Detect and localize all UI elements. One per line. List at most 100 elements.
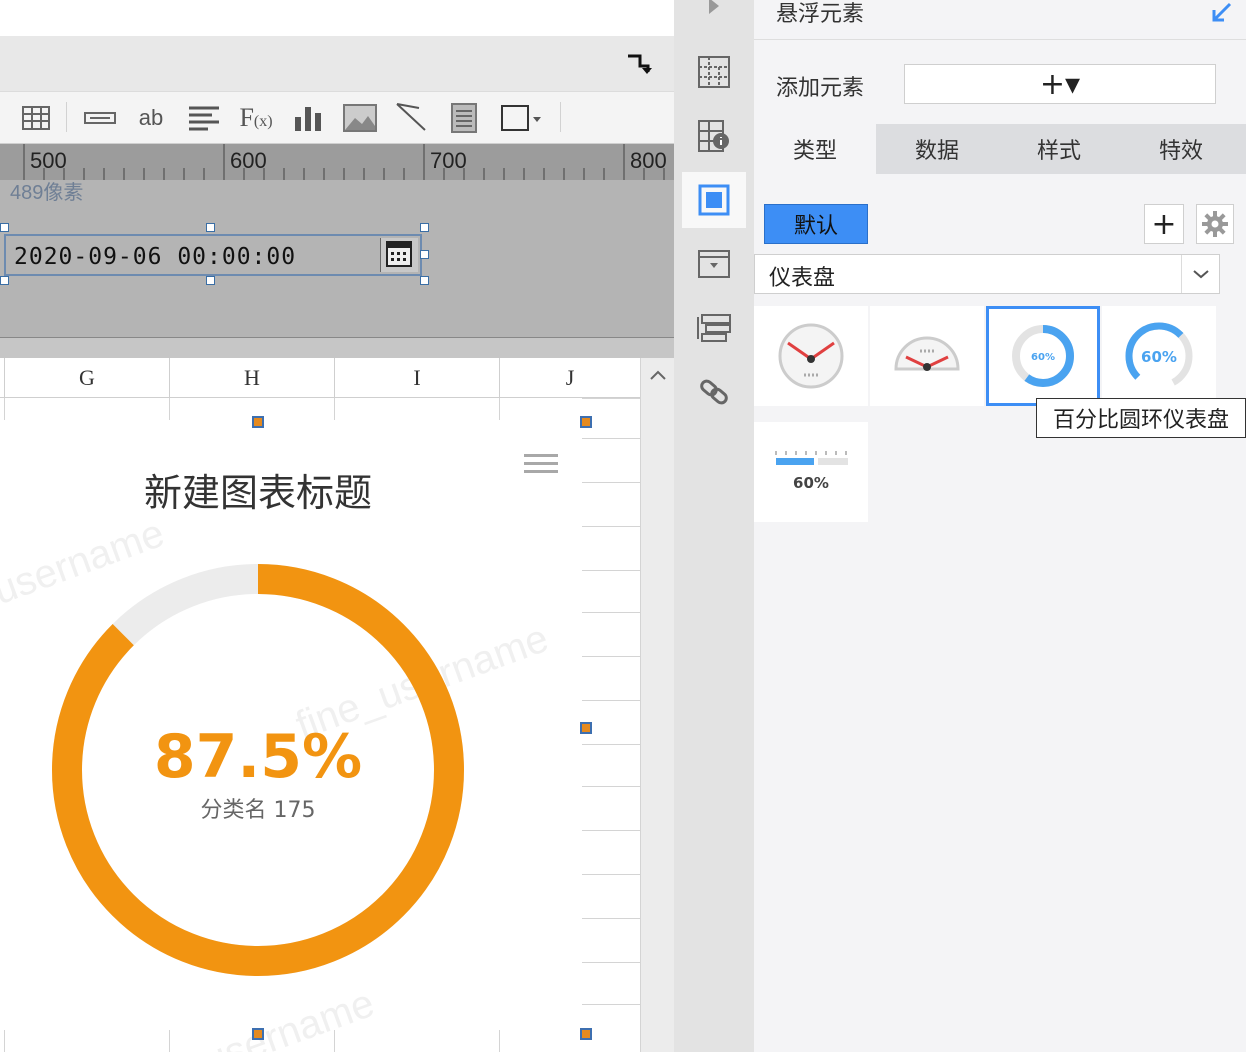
sub-toolbar	[0, 36, 674, 92]
grid-line	[582, 612, 640, 613]
panel-title: 悬浮元素	[776, 2, 865, 27]
column-header-row: G H I J	[0, 358, 640, 398]
resize-handle[interactable]	[0, 276, 9, 285]
gauge-type-half-dial[interactable]	[870, 306, 984, 406]
top-strip	[0, 0, 674, 36]
grid-line	[169, 398, 170, 420]
gauge-type-percent-ring[interactable]: 60%	[986, 306, 1100, 406]
selection-marker[interactable]	[580, 1028, 592, 1040]
gauge-type-dial[interactable]	[754, 306, 868, 406]
vertical-scrollbar[interactable]	[640, 358, 674, 1052]
percent-arc-icon: 60%	[1125, 322, 1193, 390]
chevron-down-icon[interactable]	[1181, 255, 1219, 293]
resize-handle[interactable]	[420, 250, 429, 259]
grid-line	[582, 786, 640, 787]
resize-handle[interactable]	[420, 223, 429, 232]
default-style-button[interactable]: 默认	[764, 204, 868, 244]
paragraph-icon[interactable]	[186, 100, 222, 136]
sub-report-icon[interactable]	[446, 100, 482, 136]
hyperlink-icon[interactable]	[682, 364, 746, 420]
grid-line	[499, 1030, 500, 1052]
chart-type-value: 仪表盘	[769, 266, 836, 291]
tooltip: 百分比圆环仪表盘	[1036, 398, 1246, 438]
grid-line	[582, 918, 640, 919]
grid-line	[582, 744, 640, 745]
designer-area: ab F(x) 500 600 700 800 489像素 2020-09-06…	[0, 0, 674, 1052]
grid-line	[582, 656, 640, 657]
add-element-button[interactable]: +▾	[904, 64, 1216, 104]
cell-attributes-icon[interactable]	[682, 44, 746, 100]
side-icon-strip	[674, 0, 754, 1052]
slot-gauge-icon	[775, 451, 848, 465]
resize-handle[interactable]	[0, 223, 9, 232]
grid-line	[4, 398, 5, 420]
cell-element-info-icon[interactable]	[682, 108, 746, 164]
gear-icon[interactable]	[1196, 204, 1234, 244]
calendar-icon[interactable]	[380, 238, 418, 272]
grid-line	[582, 526, 640, 527]
gauge-type-percent-arc[interactable]: 60%	[1102, 306, 1216, 406]
grid-line	[582, 438, 640, 439]
float-element-icon[interactable]	[682, 172, 746, 228]
pane-divider	[0, 338, 674, 358]
dial-gauge-icon	[778, 323, 844, 389]
grid-line	[582, 482, 640, 483]
input-field-icon[interactable]	[82, 100, 118, 136]
table-icon[interactable]	[18, 100, 54, 136]
column-header-g[interactable]: G	[4, 358, 169, 398]
grid-line	[334, 1030, 335, 1052]
date-value: 2020-09-06 00:00:00	[14, 244, 297, 270]
arc-icon-label: 60%	[1141, 348, 1177, 366]
chart-title: 新建图表标题	[143, 471, 372, 515]
image-icon[interactable]	[342, 100, 378, 136]
selection-marker[interactable]	[580, 722, 592, 734]
ruler-ticks	[23, 144, 665, 180]
tab-effects[interactable]: 特效	[1120, 124, 1242, 174]
selection-marker[interactable]	[580, 416, 592, 428]
insert-toolbar: ab F(x)	[0, 92, 674, 144]
collapse-arrow-icon[interactable]	[1210, 2, 1234, 24]
widget-settings-icon[interactable]	[682, 236, 746, 292]
property-panel: 悬浮元素 添加元素 +▾ 类型 数据 样式 特效 默认 + 仪表盘 60% 60…	[754, 0, 1246, 1052]
gauge-category-label: 分类名 175	[200, 798, 316, 823]
resize-handle[interactable]	[206, 276, 215, 285]
chart-menu-icon[interactable]	[524, 450, 558, 480]
ruler-label: 800	[630, 148, 667, 173]
grid-line	[4, 1030, 5, 1052]
selection-marker[interactable]	[252, 1028, 264, 1040]
scroll-up-icon[interactable]	[641, 360, 674, 390]
column-header-i[interactable]: I	[334, 358, 499, 398]
grid-line	[582, 1004, 640, 1005]
slash-line-icon[interactable]	[394, 100, 430, 136]
expand-arrow-icon[interactable]	[682, 0, 746, 26]
resize-handle[interactable]	[206, 223, 215, 232]
add-element-label: 添加元素	[776, 76, 865, 101]
chart-icon[interactable]	[290, 100, 326, 136]
tab-style[interactable]: 样式	[998, 124, 1120, 174]
border-dropdown-icon[interactable]	[498, 100, 546, 136]
chart-type-select[interactable]: 仪表盘	[754, 254, 1220, 294]
tab-data[interactable]: 数据	[876, 124, 998, 174]
formula-icon[interactable]: F(x)	[238, 100, 274, 136]
slot-icon-label: 60%	[793, 474, 829, 492]
column-header-h[interactable]: H	[169, 358, 334, 398]
selection-marker[interactable]	[252, 416, 264, 428]
grid-line	[582, 700, 640, 701]
dock-icon[interactable]	[626, 54, 654, 76]
column-header-j[interactable]: J	[499, 358, 640, 398]
ruler-label: 600	[230, 148, 267, 173]
tab-type[interactable]: 类型	[754, 124, 876, 174]
resize-handle[interactable]	[420, 276, 429, 285]
date-picker-widget[interactable]: 2020-09-06 00:00:00	[4, 234, 422, 276]
grid-line	[582, 570, 640, 571]
pixel-indicator: 489像素	[10, 182, 84, 204]
toolbar-divider	[560, 102, 561, 132]
grid-line	[582, 830, 640, 831]
add-style-button[interactable]: +	[1144, 204, 1184, 244]
grid-line	[169, 1030, 170, 1052]
toolbar-divider	[66, 102, 67, 132]
gauge-type-slot[interactable]	[754, 422, 868, 522]
text-icon[interactable]: ab	[133, 100, 169, 136]
layout-list-icon[interactable]	[682, 300, 746, 356]
grid-line	[334, 398, 335, 420]
